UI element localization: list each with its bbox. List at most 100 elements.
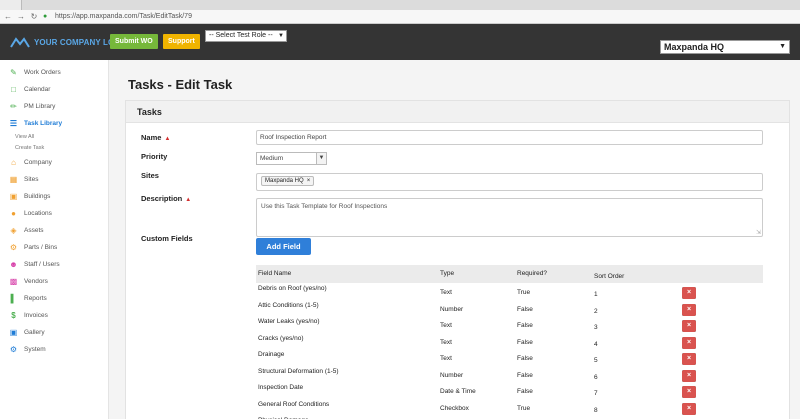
gear-icon: ⚙: [9, 345, 18, 354]
table-row: Cracks (yes/no)TextFalse4▼▲✎×: [256, 333, 763, 350]
sidebar-item-label: Gallery: [24, 329, 45, 336]
sidebar-item-buildings[interactable]: ▣ Buildings: [0, 188, 108, 205]
table-row: General Roof ConditionsCheckboxTrue8▼▲✎×: [256, 399, 763, 416]
type-cell: Text: [440, 355, 452, 362]
sort-order-cell: 6: [594, 373, 598, 381]
sidebar-item-locations[interactable]: ● Locations: [0, 205, 108, 222]
delete-icon[interactable]: ×: [682, 353, 696, 365]
name-label: Name ▲: [141, 133, 170, 142]
sidebar-item-label: Task Library: [24, 120, 63, 127]
chevron-down-icon: ▼: [316, 153, 326, 164]
chevron-down-icon: ▼: [779, 43, 786, 50]
truck-icon: ▩: [9, 277, 18, 286]
required-cell: False: [517, 371, 533, 379]
delete-icon[interactable]: ×: [682, 336, 696, 349]
refresh-icon[interactable]: ↻: [30, 12, 38, 21]
priority-label: Priority: [141, 152, 168, 161]
delete-icon[interactable]: ×: [682, 386, 696, 398]
table-row: DrainageTextFalse5▼▲✎×: [256, 349, 763, 366]
sidebar-item-sites[interactable]: ▦ Sites: [0, 171, 108, 188]
sidebar-item-label: Calendar: [24, 86, 51, 93]
sitemap-icon: ▦: [9, 175, 18, 184]
field-name-cell: Structural Deformation (1-5): [258, 367, 339, 375]
name-field[interactable]: Roof Inspection Report: [256, 130, 763, 145]
description-field[interactable]: Use this Task Template for Roof Inspecti…: [256, 198, 763, 237]
type-cell: Number: [440, 305, 464, 313]
sort-order-cell: 4: [594, 340, 598, 348]
bar-chart-icon: ▌: [10, 294, 17, 303]
sidebar-item-label: Assets: [24, 227, 44, 234]
main-content: Tasks - Edit Task Tasks Name ▲ Roof Inspe…: [110, 60, 800, 419]
sidebar-item-company[interactable]: ⌂ Company: [0, 154, 108, 171]
priority-select-value: Medium: [260, 155, 284, 162]
sidebar-item-pm-library[interactable]: ✏ PM Library: [0, 98, 108, 115]
priority-select[interactable]: Medium ▼: [256, 152, 327, 165]
delete-icon[interactable]: ×: [682, 320, 696, 332]
sidebar-item-vendors[interactable]: ▩ Vendors: [0, 273, 108, 290]
pencil-icon: ✏: [10, 102, 17, 111]
table-row: Water Leaks (yes/no)TextFalse3▼▲✎×: [256, 316, 763, 333]
type-cell: Checkbox: [440, 404, 469, 412]
sidebar-subitem-create-task[interactable]: Create Task: [0, 143, 108, 154]
chevron-down-icon: ▼: [278, 33, 284, 39]
delete-icon[interactable]: ×: [682, 287, 696, 299]
sidebar-item-label: System: [24, 346, 46, 353]
header-field-name: Field Name: [258, 270, 292, 277]
custom-fields-table: Field Name Type Required? Sort Order Deb…: [256, 265, 763, 419]
sidebar-subitem-view-all[interactable]: View All: [0, 132, 108, 143]
custom-fields-label: Custom Fields: [141, 234, 193, 243]
sidebar: ✎ Work Orders □ Calendar ✏ PM Library ☰ …: [0, 60, 109, 419]
resize-handle-icon[interactable]: ⇲: [756, 229, 761, 236]
sidebar-item-system[interactable]: ⚙ System: [0, 341, 108, 358]
task-form-panel: Tasks Name ▲ Roof Inspection Report Prior…: [125, 100, 790, 419]
sites-field[interactable]: Maxpanda HQ ×: [256, 173, 763, 191]
sidebar-item-assets[interactable]: ◈ Assets: [0, 222, 108, 239]
site-tag-label: Maxpanda HQ: [265, 178, 304, 184]
sidebar-item-staff-users[interactable]: ☻ Staff / Users: [0, 256, 108, 273]
table-header: Field Name Type Required? Sort Order: [256, 265, 763, 283]
support-button[interactable]: Support: [163, 34, 200, 49]
sidebar-item-work-orders[interactable]: ✎ Work Orders: [0, 64, 108, 81]
sidebar-item-label: Buildings: [24, 193, 51, 200]
table-row: Debris on Roof (yes/no)TextTrue1▼▲✎×: [256, 283, 763, 300]
forward-arrow-icon[interactable]: →: [17, 12, 25, 21]
url-text[interactable]: https://app.maxpanda.com/Task/EditTask/7…: [55, 13, 192, 20]
sidebar-item-reports[interactable]: ▌ Reports: [0, 290, 108, 307]
sidebar-item-parts-bins[interactable]: ⚙ Parts / Bins: [0, 239, 108, 256]
sort-order-cell: 3: [594, 324, 598, 331]
type-cell: Text: [440, 338, 452, 346]
address-bar[interactable]: ← → ↻ ● https://app.maxpanda.com/Task/Ed…: [0, 10, 800, 24]
required-cell: False: [517, 355, 533, 362]
delete-icon[interactable]: ×: [682, 303, 696, 316]
sidebar-item-invoices[interactable]: $ Invoices: [0, 307, 108, 324]
header-sort-order: Sort Order: [594, 273, 625, 280]
sidebar-item-label: Vendors: [24, 278, 48, 285]
delete-icon[interactable]: ×: [682, 402, 696, 415]
sidebar-item-gallery[interactable]: ▣ Gallery: [0, 324, 108, 341]
site-tag: Maxpanda HQ ×: [261, 176, 315, 186]
field-name-cell: Attic Conditions (1-5): [258, 301, 319, 309]
building-icon: ▣: [9, 192, 18, 201]
sidebar-item-label: PM Library: [24, 103, 56, 110]
required-cell: False: [517, 338, 533, 346]
organization-select[interactable]: Maxpanda HQ ▼: [660, 40, 790, 54]
test-role-select[interactable]: -- Select Test Role -- ▼: [205, 30, 287, 42]
back-arrow-icon[interactable]: ←: [4, 12, 12, 21]
type-cell: Date & Time: [440, 388, 476, 395]
home-icon: ⌂: [11, 158, 16, 167]
delete-icon[interactable]: ×: [682, 369, 696, 382]
sidebar-item-calendar[interactable]: □ Calendar: [0, 81, 108, 98]
sites-label: Sites: [141, 171, 159, 180]
add-field-button[interactable]: Add Field: [256, 238, 311, 255]
remove-tag-icon[interactable]: ×: [307, 177, 311, 185]
submit-wo-button[interactable]: Submit WO: [110, 34, 158, 49]
sidebar-item-task-library[interactable]: ☰ Task Library: [0, 115, 108, 132]
page-title: Tasks - Edit Task: [128, 77, 233, 92]
panel-title: Tasks: [126, 101, 789, 123]
required-cell: False: [517, 305, 533, 313]
sidebar-item-label: Parts / Bins: [24, 244, 58, 251]
browser-tab[interactable]: [0, 0, 22, 10]
required-icon: ▲: [164, 136, 171, 142]
table-row: Physical DamageText▼▲✎×: [256, 415, 763, 419]
tasks-icon: ☰: [9, 119, 18, 128]
